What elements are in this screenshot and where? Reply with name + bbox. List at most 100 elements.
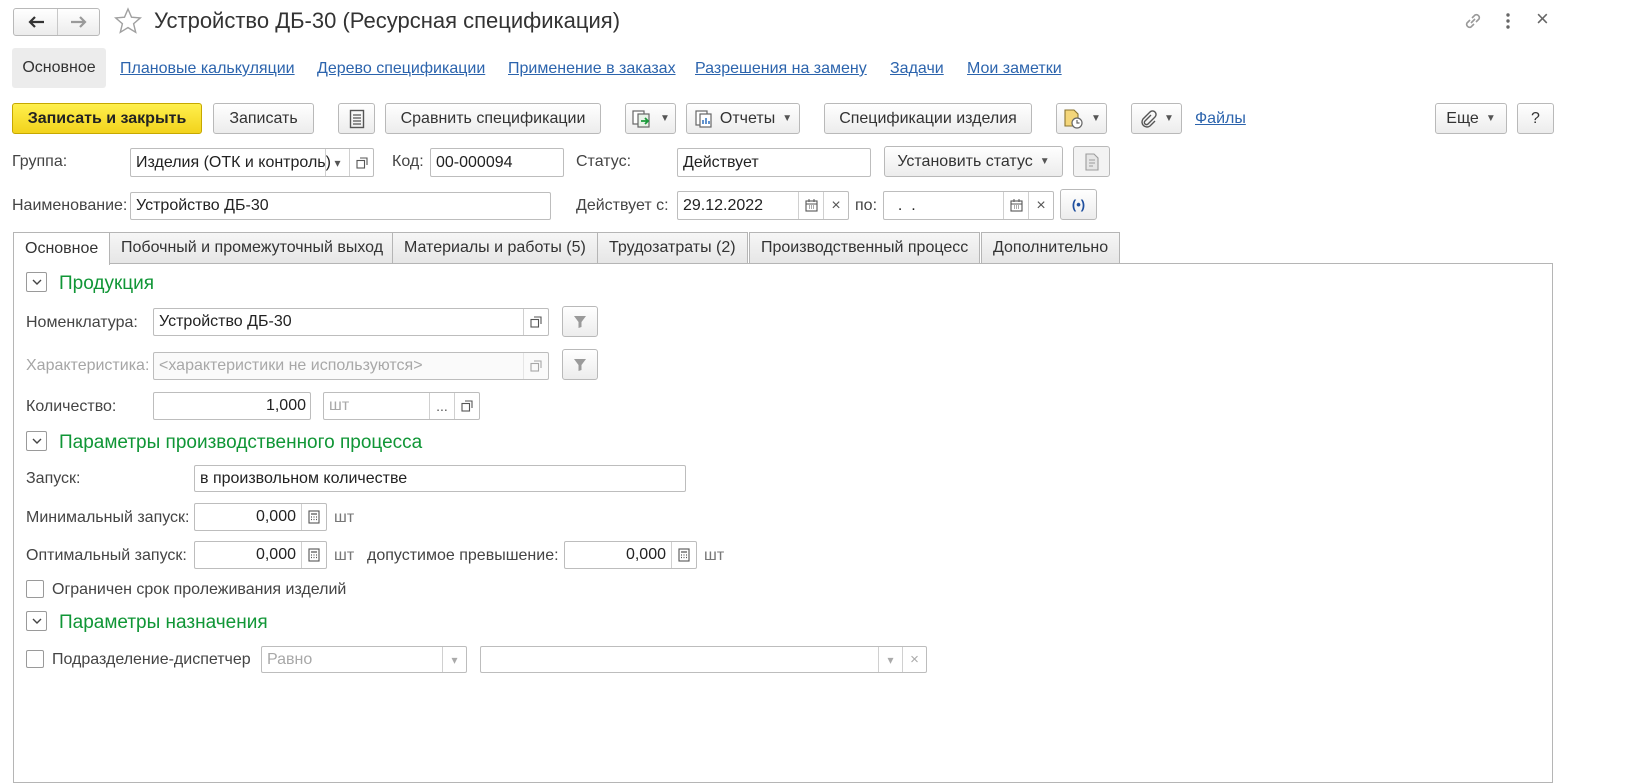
group-label: Группа: [12,153,68,170]
favorite-star-icon[interactable] [113,6,143,36]
chevron-down-icon: ▼ [1485,113,1496,124]
dispatcher-value-clear[interactable]: × [902,647,926,672]
valid-to-clear-button[interactable]: × [1028,192,1053,219]
period-button[interactable]: (•) [1060,189,1097,220]
launch-field[interactable]: в произвольном количестве [194,465,686,492]
section-title-process: Параметры производственного процесса [59,432,423,453]
opt-launch-label: Оптимальный запуск: [26,547,187,564]
unit-select-button[interactable]: ... [429,393,454,419]
nav-tab-main[interactable]: Основное [12,48,106,88]
attach-button[interactable]: ▼ [1131,103,1182,134]
code-label: Код: [392,153,424,170]
shelf-life-label: Ограничен срок пролеживания изделий [52,581,347,598]
dispatcher-condition-dropdown[interactable]: ▾ [442,647,466,672]
calendar-icon [1009,199,1023,212]
characteristic-open-button [523,353,548,379]
filter-icon [574,315,586,328]
unit-open-button[interactable] [454,393,479,419]
dispatcher-value-dropdown[interactable]: ▾ [878,647,902,672]
chevron-down-icon: ▼ [660,113,670,124]
nav-link-my-notes[interactable]: Мои заметки [967,60,1062,78]
document-list-icon [349,109,364,128]
nomenclature-open-button[interactable] [523,309,548,335]
dispatcher-checkbox[interactable] [26,650,44,668]
chevron-down-icon: ▼ [1091,113,1101,124]
tab-labor-costs[interactable]: Трудозатраты (2) [597,232,748,263]
dispatcher-condition-value: Равно [267,650,313,668]
chevron-down-icon: ▼ [1039,156,1050,167]
link-icon[interactable] [1462,10,1484,32]
nomenclature-field[interactable]: Устройство ДБ-30 [153,308,549,336]
nav-link-tasks[interactable]: Задачи [890,60,944,78]
nomenclature-value: Устройство ДБ-30 [159,313,292,330]
group-field[interactable]: Изделия (ОТК и контроль) ▾ [130,148,374,177]
shelf-life-checkbox[interactable] [26,580,44,598]
valid-from-calendar-button[interactable] [798,192,823,219]
unit-placeholder: шт [329,397,350,414]
tab-additional[interactable]: Дополнительно [981,232,1121,263]
name-field[interactable]: Устройство ДБ-30 [130,192,551,220]
valid-from-clear-button[interactable]: × [823,192,848,219]
section-title-assignment: Параметры назначения [59,612,268,633]
valid-to-calendar-button[interactable] [1003,192,1028,219]
collapse-assignment-toggle[interactable] [26,611,47,631]
status-field[interactable]: Действует [677,148,871,177]
tab-production-process[interactable]: Производственный процесс [749,232,981,263]
status-label: Статус: [576,153,632,170]
valid-from-field[interactable]: 29.12.2022 × [677,191,849,220]
valid-from-label: Действует с: [576,197,669,214]
collapse-product-toggle[interactable] [26,272,47,292]
launch-label: Запуск: [26,470,81,487]
dispatcher-condition-field[interactable]: Равно ▾ [261,646,467,673]
excess-calc-button[interactable] [671,542,696,568]
collapse-process-toggle[interactable] [26,431,47,451]
reports-button[interactable]: Отчеты ▼ [686,103,800,134]
nav-link-spec-tree[interactable]: Дерево спецификации [317,60,485,78]
code-field[interactable]: 00-000094 [430,148,564,177]
open-form-icon [530,360,542,372]
opt-launch-field[interactable]: 0,000 [194,541,327,569]
tab-main[interactable]: Основное [13,232,111,265]
close-icon[interactable]: × [1536,6,1549,32]
create-based-on-button[interactable]: ▼ [625,103,676,134]
quantity-label: Количество: [26,398,117,415]
excess-field[interactable]: 0,000 [564,541,697,569]
tab-byproduct-output[interactable]: Побочный и промежуточный выход [109,232,396,263]
nomenclature-filter-button[interactable] [562,306,598,337]
back-button[interactable] [14,9,58,35]
opt-launch-calc-button[interactable] [301,542,326,568]
print-forms-button[interactable]: ▼ [1056,103,1107,134]
more-button[interactable]: Еще ▼ [1435,103,1507,134]
filter-icon [574,358,586,371]
product-specs-button[interactable]: Спецификации изделия [824,103,1032,134]
forward-button[interactable] [58,9,100,35]
opt-launch-value: 0,000 [255,546,296,563]
valid-to-field[interactable]: . . × [883,191,1054,220]
dispatcher-value-field[interactable]: ▾ × [480,646,927,673]
group-dropdown-button[interactable]: ▾ [325,149,349,176]
open-form-icon [355,156,368,169]
excess-value: 0,000 [625,546,666,563]
nav-link-orders-usage[interactable]: Применение в заказах [508,60,676,78]
help-button[interactable]: ? [1517,103,1554,134]
document-list-button[interactable] [338,103,375,134]
min-launch-field[interactable]: 0,000 [194,503,327,531]
vertical-dots-icon[interactable] [1500,10,1516,32]
quantity-field[interactable]: 1,000 [153,392,311,420]
characteristic-filter-button[interactable] [562,349,598,380]
save-button[interactable]: Записать [213,103,314,134]
unit-field[interactable]: шт ... [323,392,480,420]
nav-link-replacement-permissions[interactable]: Разрешения на замену [695,60,867,78]
set-status-button[interactable]: Установить статус ▼ [884,146,1063,177]
save-and-close-button[interactable]: Записать и закрыть [12,103,202,134]
chevron-down-icon: ▼ [1164,113,1174,124]
status-history-button[interactable] [1073,146,1110,177]
nav-link-planned-calculations[interactable]: Плановые калькуляции [120,60,295,78]
files-link[interactable]: Файлы [1195,110,1246,128]
paperclip-icon [1141,109,1157,128]
tab-materials-works[interactable]: Материалы и работы (5) [392,232,598,263]
arrow-right-icon [71,16,87,28]
compare-specs-button[interactable]: Сравнить спецификации [385,103,601,134]
group-open-button[interactable] [349,149,373,176]
min-launch-calc-button[interactable] [301,504,326,530]
